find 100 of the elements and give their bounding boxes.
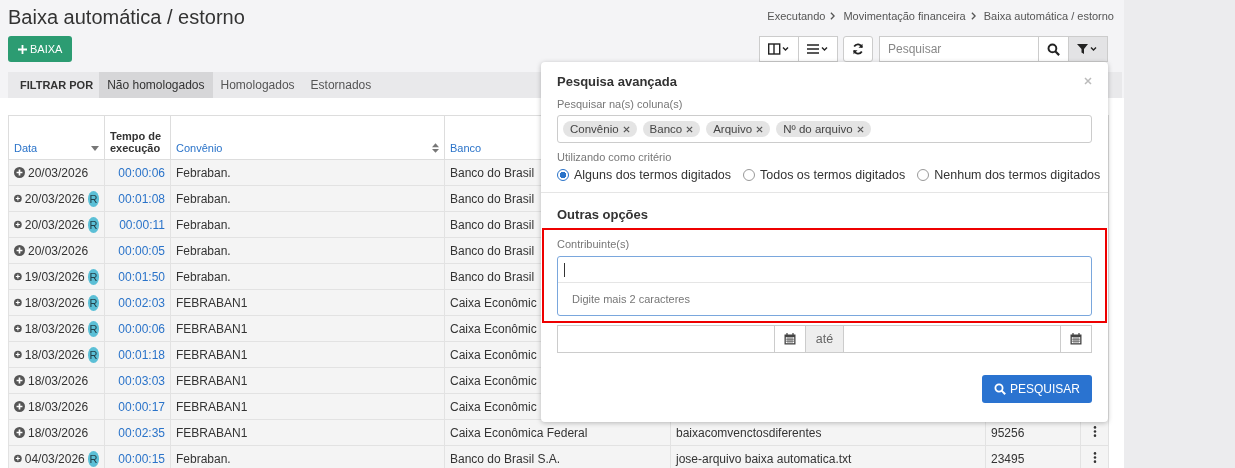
table-cell: Febraban. — [170, 237, 445, 264]
radio-label[interactable]: Todos os termos digitados — [760, 168, 906, 182]
column-header[interactable]: Banco — [450, 142, 482, 154]
expand-icon[interactable] — [14, 427, 25, 438]
column-header: Tempo de execução — [110, 130, 163, 154]
recurring-badge: R — [87, 450, 99, 467]
column-tag: Banco — [642, 121, 701, 137]
expand-icon[interactable] — [14, 193, 22, 204]
columns-button[interactable] — [759, 36, 799, 62]
recurring-badge: R — [87, 216, 99, 233]
recurring-badge: R — [87, 320, 99, 337]
column-header[interactable]: Data — [14, 142, 38, 154]
breadcrumb-item[interactable]: Movimentação financeira — [843, 10, 966, 22]
refresh-button[interactable] — [843, 36, 873, 62]
expand-icon[interactable] — [14, 167, 25, 178]
expand-icon[interactable] — [14, 297, 22, 308]
table-cell: Banco do Brasil S.A. — [444, 445, 671, 468]
field-label: Pesquisar na(s) coluna(s) — [557, 98, 684, 110]
search-submit-button[interactable]: PESQUISAR — [981, 375, 1092, 403]
table-cell: Febraban. — [170, 263, 445, 290]
expand-icon[interactable] — [14, 349, 22, 360]
recurring-badge: R — [87, 268, 99, 285]
column-header[interactable]: Convênio — [176, 142, 223, 154]
breadcrumb-item[interactable]: Executando — [767, 10, 826, 22]
recurring-badge: R — [87, 346, 99, 363]
calendar-button[interactable] — [774, 325, 806, 353]
table-cell: 18/03/2026 — [8, 393, 105, 420]
table-cell: FEBRABAN1 — [170, 341, 445, 368]
panel-title: Pesquisa avançada — [557, 73, 677, 89]
table-cell: FEBRABAN1 — [170, 315, 445, 342]
table-cell: 20/03/2026 — [8, 237, 105, 264]
table-cell: FEBRABAN1 — [170, 367, 445, 394]
recurring-badge: R — [87, 294, 99, 311]
filter-tab[interactable]: Estornados — [302, 72, 380, 98]
expand-icon[interactable] — [14, 401, 25, 412]
radio-label[interactable]: Nenhum dos termos digitados — [934, 168, 1101, 182]
search-field[interactable]: Pesquisar — [879, 36, 1039, 62]
table-cell: FEBRABAN1 — [170, 393, 445, 420]
columns-icon — [768, 43, 790, 55]
calendar-icon — [783, 333, 796, 345]
list-menu-button[interactable] — [798, 36, 838, 62]
taxpayer-select[interactable]: Digite mais 2 caracteres — [557, 256, 1092, 316]
search-icon — [1047, 42, 1060, 56]
refresh-icon — [852, 43, 864, 55]
kebab-menu-icon[interactable] — [1092, 425, 1097, 437]
plus-icon — [18, 44, 27, 54]
expand-icon[interactable] — [14, 323, 22, 334]
page-title: Baixa automática / estorno — [8, 6, 245, 29]
filter-icon — [1077, 43, 1099, 55]
expand-icon[interactable] — [14, 245, 25, 256]
table-cell: 18/03/2026 R — [8, 289, 105, 316]
table-cell: 18/03/2026 R — [8, 315, 105, 342]
table-cell: 18/03/2026 R — [8, 341, 105, 368]
sort-down-icon — [91, 145, 99, 151]
filter-tab[interactable]: Homologados — [212, 72, 303, 98]
table-cell: Febraban. — [170, 211, 445, 238]
column-tag: Arquivo — [706, 121, 771, 137]
columns-field[interactable]: Convênio Banco Arquivo Nº do arquivo — [557, 115, 1092, 143]
table-cell: 04/03/2026 R — [8, 445, 105, 468]
kebab-menu-icon[interactable] — [1092, 451, 1097, 463]
date-from-field[interactable] — [557, 325, 775, 353]
expand-icon[interactable] — [14, 453, 22, 464]
lines-icon — [807, 43, 829, 55]
table-cell: 18/03/2026 — [8, 419, 105, 446]
table-cell: FEBRABAN1 — [170, 419, 445, 446]
chevron-right-icon — [970, 12, 976, 20]
table-cell: 20/03/2026 — [8, 159, 105, 186]
add-button[interactable]: BAIXA — [8, 36, 73, 62]
column-tag: Nº do arquivo — [776, 121, 871, 137]
remove-icon[interactable] — [856, 125, 864, 133]
table-cell: 18/03/2026 — [8, 367, 105, 394]
expand-icon[interactable] — [14, 375, 25, 386]
field-label: Contribuinte(s) — [557, 238, 631, 250]
recurring-badge: R — [87, 190, 99, 207]
table-cell: FEBRABAN1 — [170, 289, 445, 316]
calendar-icon — [1070, 333, 1082, 345]
date-to-field[interactable] — [843, 325, 1061, 353]
remove-icon[interactable] — [686, 125, 694, 133]
expand-icon[interactable] — [14, 219, 22, 230]
calendar-button[interactable] — [1061, 325, 1092, 353]
remove-icon[interactable] — [622, 125, 630, 133]
filter-label: FILTRAR POR — [19, 78, 95, 93]
text-cursor — [564, 262, 565, 277]
table-cell: 19/03/2026 R — [8, 263, 105, 290]
table-cell: jose-arquivo baixa automatica.txt — [670, 445, 986, 468]
breadcrumb-item: Baixa automática / estorno — [983, 10, 1114, 22]
filter-button[interactable] — [1068, 36, 1108, 62]
radio-button[interactable] — [557, 169, 569, 181]
table-cell: Febraban. — [170, 445, 445, 468]
search-icon — [993, 383, 1006, 395]
chevron-right-icon — [830, 12, 836, 20]
filter-tab[interactable]: Não homologados — [99, 72, 213, 98]
column-tag: Convênio — [563, 121, 637, 137]
sort-icon — [432, 143, 439, 153]
expand-icon[interactable] — [14, 271, 22, 282]
table-cell: Febraban. — [170, 185, 445, 212]
remove-icon[interactable] — [756, 125, 764, 133]
table-cell: Febraban. — [170, 159, 445, 186]
range-separator: até — [805, 325, 844, 353]
table-cell: 20/03/2026 R — [8, 185, 105, 212]
